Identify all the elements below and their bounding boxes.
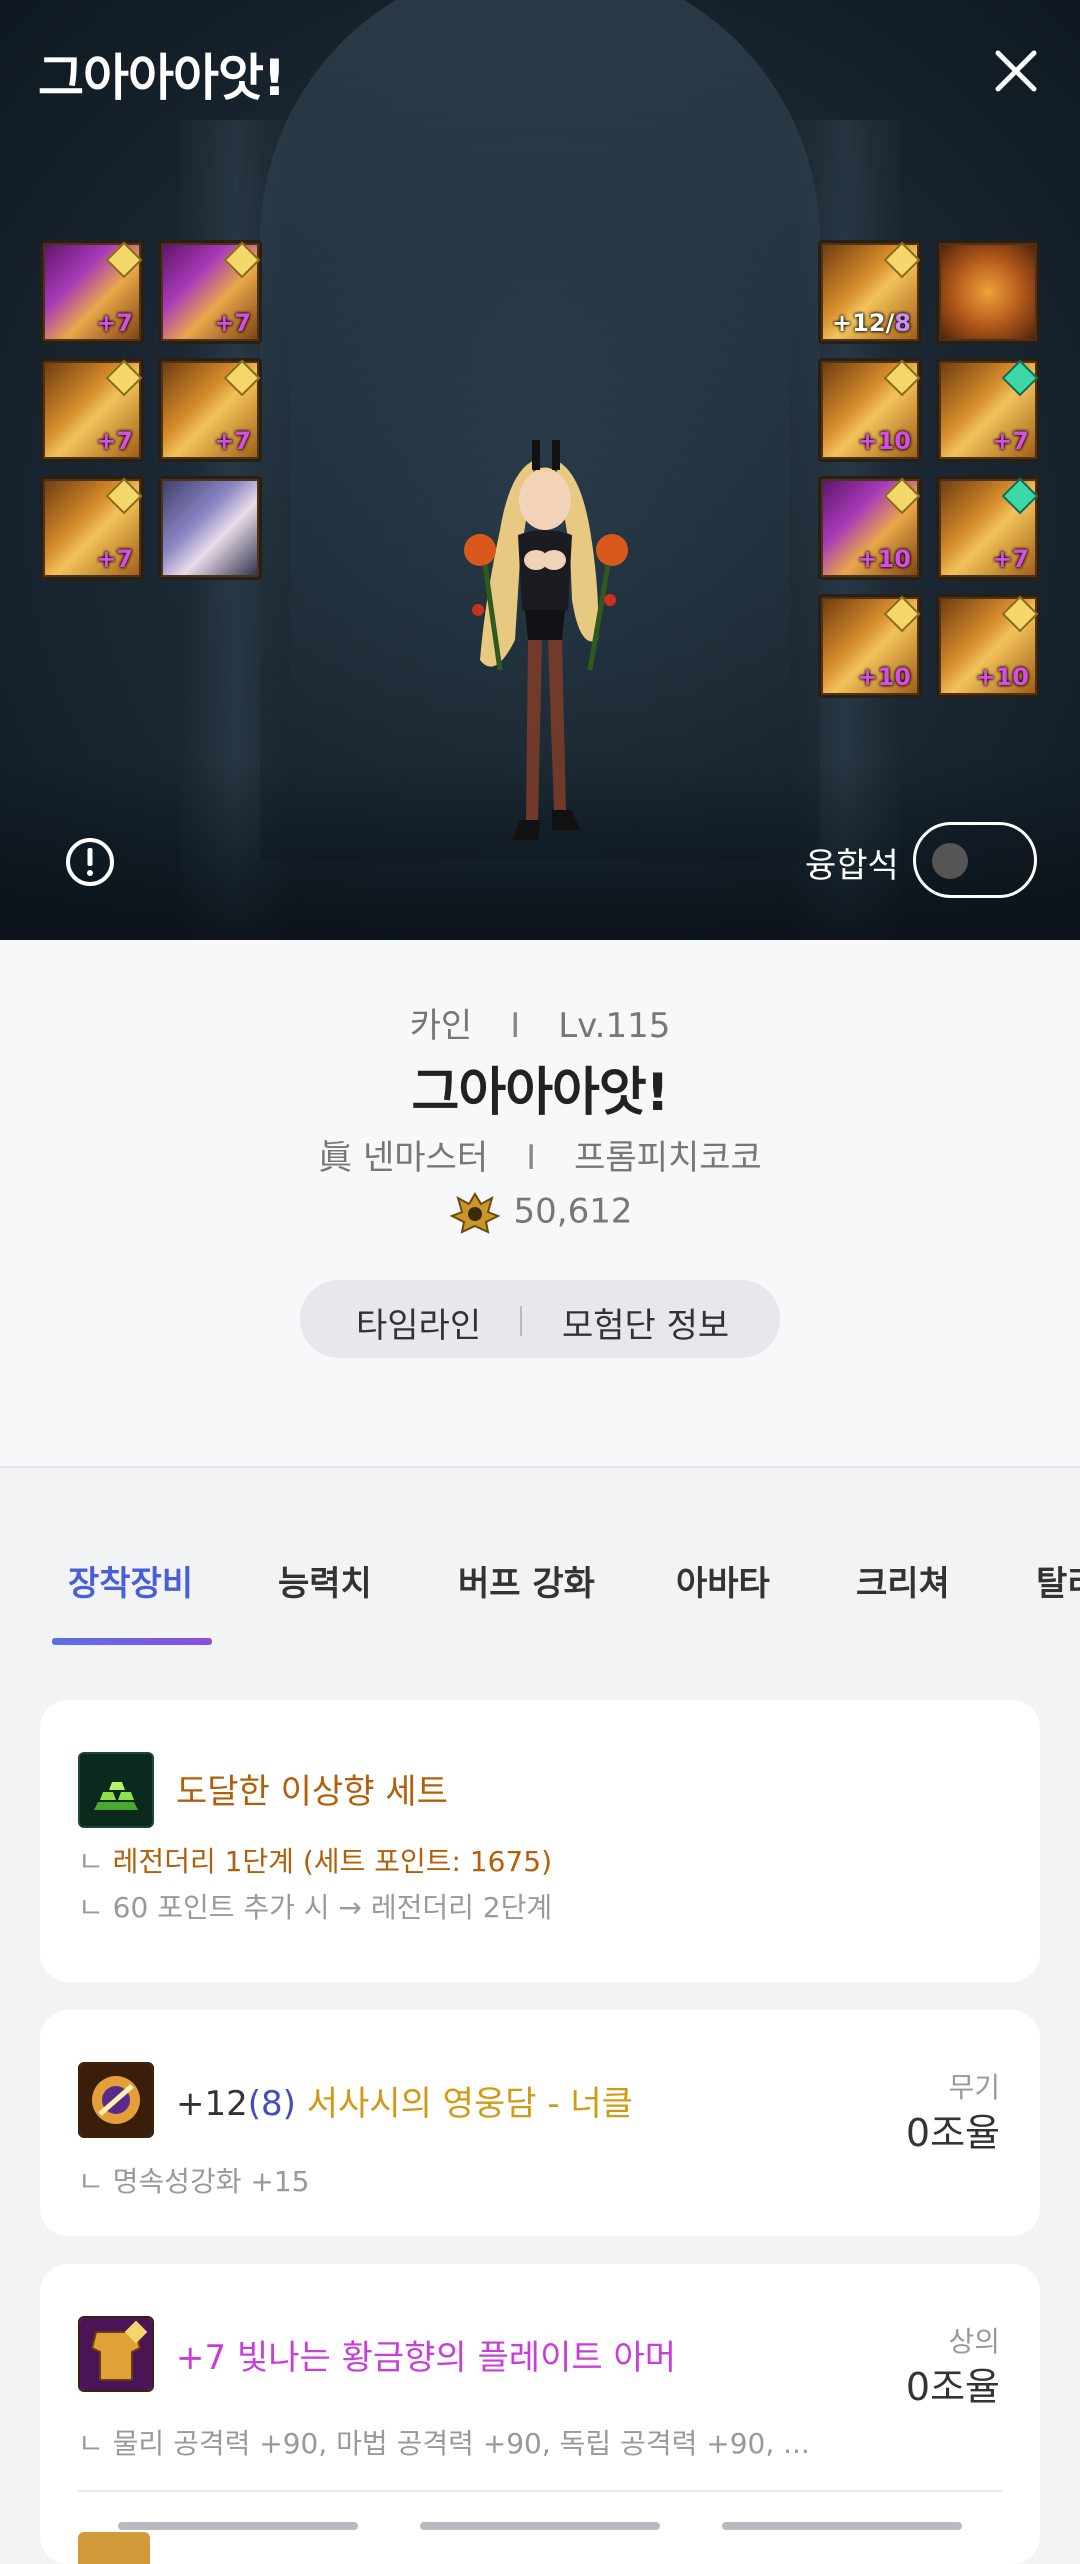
equip-slot-ring[interactable]: +7: [40, 240, 144, 344]
gem-icon: [223, 241, 261, 279]
item-slot-label: 상의: [948, 2325, 1000, 2358]
equip-slot-title[interactable]: [936, 240, 1040, 344]
fame-value: 50,612: [513, 1191, 633, 1232]
tab-talisman[interactable]: 탈리: [1036, 1556, 1080, 1605]
gem-icon: [883, 359, 921, 397]
server-name: 카인: [409, 1006, 473, 1046]
equip-slot-wrist[interactable]: +10: [818, 358, 922, 462]
set-next-tier-line: ㄴ 60 포인트 추가 시 → 레전더리 2단계: [78, 1891, 553, 1924]
equip-slot-necklace[interactable]: +7: [936, 358, 1040, 462]
character-level: Lv.115: [558, 1006, 671, 1046]
scroll-indicator: [118, 2522, 358, 2530]
slot-enchant-level: +7: [214, 427, 251, 455]
info-icon[interactable]: [64, 836, 116, 888]
gem-icon: [105, 241, 143, 279]
item-tune-value: 0조율: [905, 2111, 1000, 2155]
plate-armor-icon: [78, 2316, 154, 2392]
slot-enchant-level: +7: [992, 545, 1029, 573]
item-title: +12(8) 서사시의 영웅담 - 너클: [176, 2084, 633, 2124]
gem-icon: [105, 359, 143, 397]
server-level-row: 카인 I Lv.115: [409, 1006, 671, 1046]
next-item-icon: [78, 2532, 150, 2564]
fame-crest-icon: [449, 1192, 500, 1234]
fusion-stone-toggle[interactable]: [913, 822, 1037, 898]
slot-enchant-level: +7: [96, 545, 133, 573]
tab-avatar[interactable]: 아바타: [676, 1556, 770, 1605]
equip-slot-shoes[interactable]: +7: [40, 476, 144, 580]
character-sprite: [464, 440, 628, 840]
toggle-knob: [932, 843, 968, 879]
tab-stats[interactable]: 능력치: [278, 1556, 372, 1605]
hero-title: 그아아아앗!: [38, 49, 286, 107]
item-tune-value: 0조율: [905, 2365, 1000, 2409]
gem-icon: [883, 241, 921, 279]
fame-row: 50,612: [0, 1190, 1080, 1236]
slot-enchant-level: +10: [857, 427, 911, 455]
job-guild-row: 眞 넨마스터 I 프롬피치코코: [318, 1138, 762, 1178]
equipment-item-card[interactable]: +7 빛나는 황금향의 플레이트 아머 상의 0조율 ㄴ 물리 공격력 +90,…: [40, 2264, 1040, 2564]
gem-icon: [883, 477, 921, 515]
equip-slot-weapon[interactable]: +12/8: [818, 240, 922, 344]
tab-creature[interactable]: 크리쳐: [856, 1556, 950, 1605]
equipment-item-card[interactable]: +12(8) 서사시의 영웅담 - 너클 무기 0조율 ㄴ 명속성강화 +15: [40, 2010, 1040, 2236]
job-name: 眞 넨마스터: [318, 1138, 489, 1178]
guild-name: 프롬피치코코: [574, 1138, 762, 1178]
gem-icon: [223, 359, 261, 397]
pill-divider: [520, 1306, 522, 1336]
profile-action-pill: 타임라인 모험단 정보: [300, 1280, 780, 1358]
equip-slot-ring2[interactable]: +7: [936, 476, 1040, 580]
active-tab-indicator: [52, 1638, 212, 1645]
timeline-button[interactable]: 타임라인: [356, 1298, 481, 1347]
slot-enchant-level: +10: [857, 545, 911, 573]
scroll-indicator: [722, 2522, 962, 2530]
gem-icon: [1001, 477, 1039, 515]
item-option-line: ㄴ 명속성강화 +15: [78, 2165, 310, 2198]
slot-enchant-level: +10: [857, 663, 911, 691]
slot-enchant-level: +7: [96, 427, 133, 455]
equip-slot-shoulder[interactable]: +7: [40, 358, 144, 462]
slot-enchant-level: +10: [975, 663, 1029, 691]
equip-slot-avatar[interactable]: [158, 476, 262, 580]
gem-icon: [1001, 595, 1039, 633]
adventure-info-button[interactable]: 모험단 정보: [562, 1298, 729, 1347]
equip-slot-bracelet[interactable]: +10: [818, 476, 922, 580]
set-tier-line: ㄴ 레전더리 1단계 (세트 포인트: 1675): [78, 1845, 552, 1878]
set-title: 도달한 이상향 세트: [176, 1772, 448, 1812]
equip-slot-armor[interactable]: +7: [158, 240, 262, 344]
equipment-tabs: 장착장비 능력치 버프 강화 아바타 크리쳐 탈리: [0, 1540, 1080, 1640]
equip-slot-earring[interactable]: +10: [936, 594, 1040, 698]
close-icon[interactable]: [990, 45, 1042, 97]
tab-equipment[interactable]: 장착장비: [68, 1556, 193, 1605]
slot-enchant-level: +7: [214, 309, 251, 337]
character-name: 그아아아앗!: [411, 1063, 670, 1123]
gem-icon: [1001, 359, 1039, 397]
gold-bars-icon: [78, 1752, 154, 1828]
gem-icon: [883, 595, 921, 633]
tab-buff-enhance[interactable]: 버프 강화: [458, 1556, 595, 1605]
set-card[interactable]: 도달한 이상향 세트 ㄴ 레전더리 1단계 (세트 포인트: 1675) ㄴ 6…: [40, 1700, 1040, 1982]
slot-enchant-level: +7: [992, 427, 1029, 455]
item-title: +7 빛나는 황금향의 플레이트 아머: [176, 2338, 676, 2378]
equip-slot-support[interactable]: +10: [818, 594, 922, 698]
item-slot-label: 무기: [948, 2071, 1000, 2104]
fusion-stone-label: 융합석: [805, 846, 899, 886]
knuckle-icon: [78, 2062, 154, 2138]
card-divider: [78, 2490, 1002, 2492]
equip-slot-pants[interactable]: +7: [158, 358, 262, 462]
slot-enchant-level: +7: [96, 309, 133, 337]
scroll-indicator: [420, 2522, 660, 2530]
item-option-line: ㄴ 물리 공격력 +90, 마법 공격력 +90, 독립 공격력 +90, ..…: [78, 2427, 810, 2460]
gem-icon: [105, 477, 143, 515]
slot-enchant-level: +12/8: [832, 309, 911, 337]
